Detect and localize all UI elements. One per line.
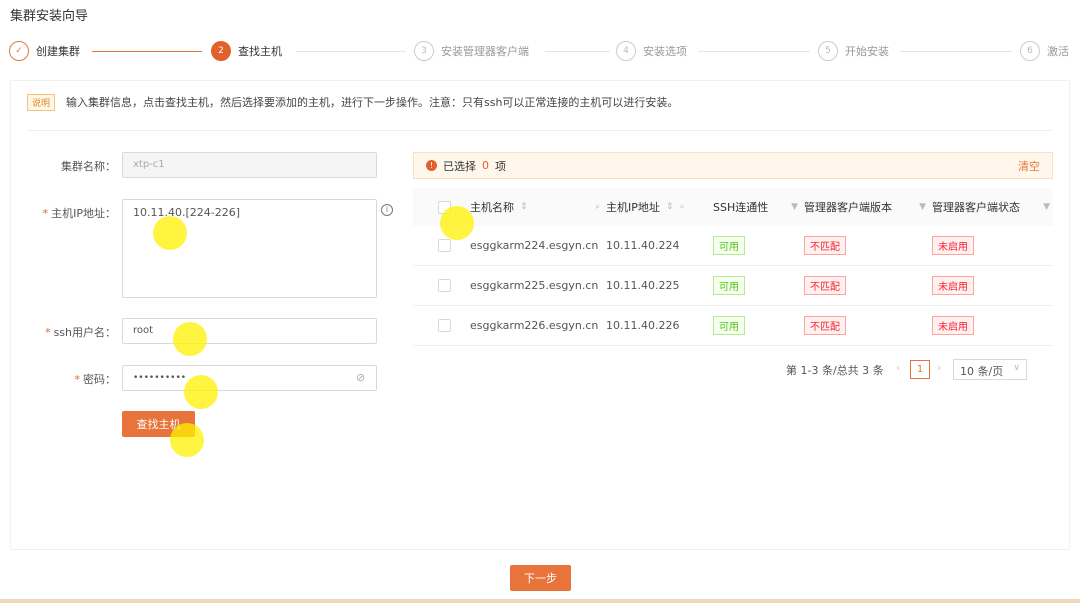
divider (27, 130, 1052, 131)
step-connector (545, 51, 610, 52)
page-size-select[interactable]: 10 条/页 ∨ (953, 359, 1027, 380)
col-status[interactable]: 管理器客户端状态 ▼ (932, 199, 1050, 215)
prev-page-icon[interactable]: ‹ (896, 361, 900, 374)
step-1-check-icon: ✓ (9, 41, 29, 61)
cell-ip: 10.11.40.225 (606, 279, 680, 292)
required-mark: * (45, 326, 51, 339)
ip-textarea[interactable]: 10.11.40.[224-226] (122, 199, 377, 298)
cursor-highlight (153, 216, 187, 250)
step-connector (900, 51, 1012, 52)
filter-icon[interactable]: ▼ (791, 202, 798, 212)
step-connector (92, 51, 202, 52)
col-status-label: 管理器客户端状态 (932, 201, 1020, 214)
sort-icon[interactable]: ⇕ (666, 202, 674, 212)
ssh-user-label-text: ssh用户名： (53, 326, 116, 339)
col-ip[interactable]: 主机IP地址 ⇕ ⌕ (606, 199, 713, 215)
cursor-highlight (170, 423, 204, 457)
required-mark: * (42, 207, 49, 220)
selection-count: 0 (482, 159, 489, 172)
step-3-number: 3 (414, 41, 434, 61)
search-icon[interactable]: ⌕ (595, 202, 600, 212)
col-ssh[interactable]: SSH连通性 ▼ (713, 199, 804, 215)
ssh-status-tag: 可用 (713, 316, 745, 335)
password-label: * 密码： (6, 371, 117, 387)
filter-icon[interactable]: ▼ (919, 202, 926, 212)
info-icon[interactable]: i (381, 204, 393, 216)
cell-hostname: esggkarm226.esgyn.cn (470, 319, 599, 332)
password-input[interactable]: •••••••••• (122, 365, 377, 391)
clear-link[interactable]: 清空 (1018, 158, 1040, 174)
client-status-tag: 未启用 (932, 316, 974, 335)
eye-hidden-icon[interactable]: ⊘ (356, 371, 365, 384)
page-title: 集群安装向导 (10, 9, 89, 24)
col-version-label: 管理器客户端版本 (804, 201, 892, 214)
col-ssh-label: SSH连通性 (713, 201, 769, 214)
table-header: 主机名称 ⇕ ⌕ 主机IP地址 ⇕ ⌕ SSH连通性 ▼ 管理器客户端版本 ▼ 管理器客户端… (413, 188, 1053, 226)
col-hostname-label: 主机名称 (470, 201, 514, 214)
table-row: esggkarm224.esgyn.cn 10.11.40.224 可用 不匹配… (413, 226, 1053, 266)
ip-label: * 主机IP地址： (6, 205, 116, 221)
ssh-user-input[interactable]: root (122, 318, 377, 344)
bottom-bar (0, 599, 1080, 603)
step-6-number: 6 (1020, 41, 1040, 61)
version-tag: 不匹配 (804, 236, 846, 255)
step-1-label: 创建集群 (36, 45, 80, 58)
cluster-name-input[interactable]: xtp-c1 (122, 152, 377, 178)
chevron-down-icon: ∨ (1013, 363, 1020, 373)
col-ip-label: 主机IP地址 (606, 201, 660, 214)
password-label-text: 密码： (83, 373, 116, 386)
search-icon[interactable]: ⌕ (679, 202, 684, 212)
version-tag: 不匹配 (804, 316, 846, 335)
pagination-summary: 第 1-3 条/总共 3 条 (786, 364, 884, 377)
cursor-highlight (440, 206, 474, 240)
step-4-label: 安装选项 (643, 45, 687, 58)
step-connector (296, 51, 406, 52)
cursor-highlight (173, 322, 207, 356)
ssh-status-tag: 可用 (713, 276, 745, 295)
step-connector (698, 51, 810, 52)
cursor-highlight (184, 375, 218, 409)
selection-suffix: 项 (495, 159, 506, 173)
table-row: esggkarm226.esgyn.cn 10.11.40.226 可用 不匹配… (413, 306, 1053, 346)
page-size-value: 10 条/页 (960, 365, 1004, 378)
step-2-label: 查找主机 (238, 45, 282, 58)
step-4-number: 4 (616, 41, 636, 61)
cell-ip: 10.11.40.226 (606, 319, 680, 332)
sort-icon[interactable]: ⇕ (520, 202, 528, 212)
version-tag: 不匹配 (804, 276, 846, 295)
step-5-label: 开始安装 (845, 45, 889, 58)
notice-badge: 说明 (27, 94, 56, 111)
client-status-tag: 未启用 (932, 236, 974, 255)
notice-text: 输入集群信息，点击查找主机，然后选择要添加的主机，进行下一步操作。注意：只有ss… (66, 96, 679, 109)
step-2-number: 2 (211, 41, 231, 61)
step-5-number: 5 (818, 41, 838, 61)
page-1-button[interactable]: 1 (910, 360, 930, 379)
info-dot-icon: ! (426, 160, 437, 171)
cluster-name-label: 集群名称： (61, 160, 116, 173)
table-row: esggkarm225.esgyn.cn 10.11.40.225 可用 不匹配… (413, 266, 1053, 306)
step-3-label: 安装管理器客户端 (441, 45, 529, 58)
ssh-user-label: * ssh用户名： (6, 324, 116, 340)
selection-alert: ! 已选择 0 项 清空 (413, 152, 1053, 179)
cell-hostname: esggkarm225.esgyn.cn (470, 279, 599, 292)
col-version[interactable]: 管理器客户端版本 ▼ (804, 199, 932, 215)
cell-hostname: esggkarm224.esgyn.cn (470, 239, 599, 252)
next-step-button[interactable]: 下一步 (510, 565, 571, 591)
col-hostname[interactable]: 主机名称 ⇕ ⌕ (470, 199, 606, 215)
client-status-tag: 未启用 (932, 276, 974, 295)
required-mark: * (74, 373, 81, 386)
row-checkbox[interactable] (438, 319, 451, 332)
ip-label-text: 主机IP地址： (51, 207, 116, 220)
cell-ip: 10.11.40.224 (606, 239, 680, 252)
ssh-status-tag: 可用 (713, 236, 745, 255)
filter-icon[interactable]: ▼ (1043, 202, 1050, 212)
step-6-label: 激活 (1047, 45, 1069, 58)
row-checkbox[interactable] (438, 239, 451, 252)
next-page-icon[interactable]: › (937, 361, 941, 374)
selection-prefix: 已选择 (443, 159, 476, 173)
row-checkbox[interactable] (438, 279, 451, 292)
